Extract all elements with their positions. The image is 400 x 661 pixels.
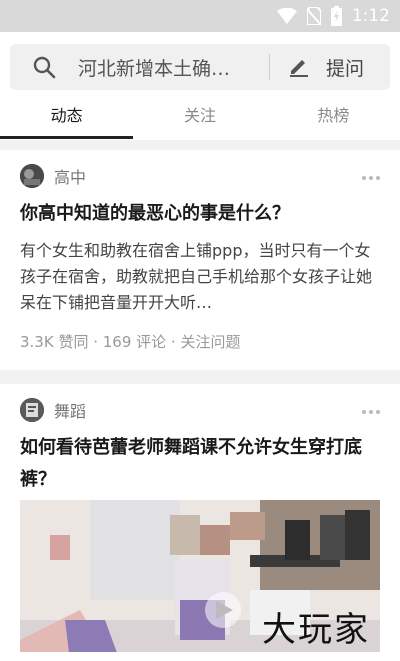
topic-avatar	[20, 398, 44, 422]
tab-following[interactable]: 关注	[133, 102, 266, 140]
search-icon	[33, 56, 56, 79]
more-icon[interactable]	[362, 410, 380, 414]
status-time: 1:12	[351, 6, 390, 26]
question-title[interactable]: 你高中知道的最恶心的事是什么？	[20, 198, 380, 230]
wifi-icon	[276, 8, 297, 24]
topic-row[interactable]: 高中	[20, 164, 86, 188]
topic-avatar	[20, 164, 44, 188]
question-title[interactable]: 如何看待芭蕾老师舞蹈课不允许女生穿打底裤？	[20, 432, 380, 496]
watermark: 大玩家	[262, 610, 370, 650]
app-header: 河北新增本土确… 提问 动态 关注 热榜	[0, 32, 400, 140]
topic-name: 舞蹈	[54, 402, 87, 421]
search-bar[interactable]: 河北新增本土确… 提问	[10, 44, 390, 90]
battery-charging-icon	[330, 6, 342, 26]
bottom-nav	[0, 652, 400, 661]
status-icons: 1:12	[276, 0, 390, 32]
answer-excerpt[interactable]: 有个女生和助教在宿舍上铺ppp，当时只有一个女孩子在宿舍，助教就把自己手机给那个…	[20, 238, 382, 316]
status-bar: 1:12	[0, 0, 400, 32]
feed-card[interactable]: 高中 你高中知道的最恶心的事是什么？ 有个女生和助教在宿舍上铺ppp，当时只有一…	[0, 150, 400, 370]
search-input[interactable]: 河北新增本土确…	[78, 54, 263, 81]
active-tab-indicator	[0, 136, 133, 139]
tab-bar: 动态 关注 热榜	[0, 102, 400, 140]
answer-image[interactable]: 大玩家	[20, 500, 380, 661]
topic-row[interactable]: 舞蹈	[20, 398, 86, 422]
ask-button[interactable]: 提问	[288, 54, 364, 81]
feed-card[interactable]: 舞蹈 如何看待芭蕾老师舞蹈课不允许女生穿打底裤？ 大玩家	[0, 384, 400, 661]
topic-name: 高中	[54, 168, 87, 187]
pencil-icon	[290, 60, 308, 77]
more-icon[interactable]	[362, 176, 380, 180]
search-divider	[269, 54, 270, 80]
answer-meta: 3.3K 赞同 · 169 评论 · 关注问题	[20, 333, 241, 351]
no-sim-icon	[306, 7, 321, 25]
tab-hot-list[interactable]: 热榜	[267, 102, 400, 140]
tab-dynamic[interactable]: 动态	[0, 102, 133, 140]
ask-button-label: 提问	[326, 57, 365, 80]
